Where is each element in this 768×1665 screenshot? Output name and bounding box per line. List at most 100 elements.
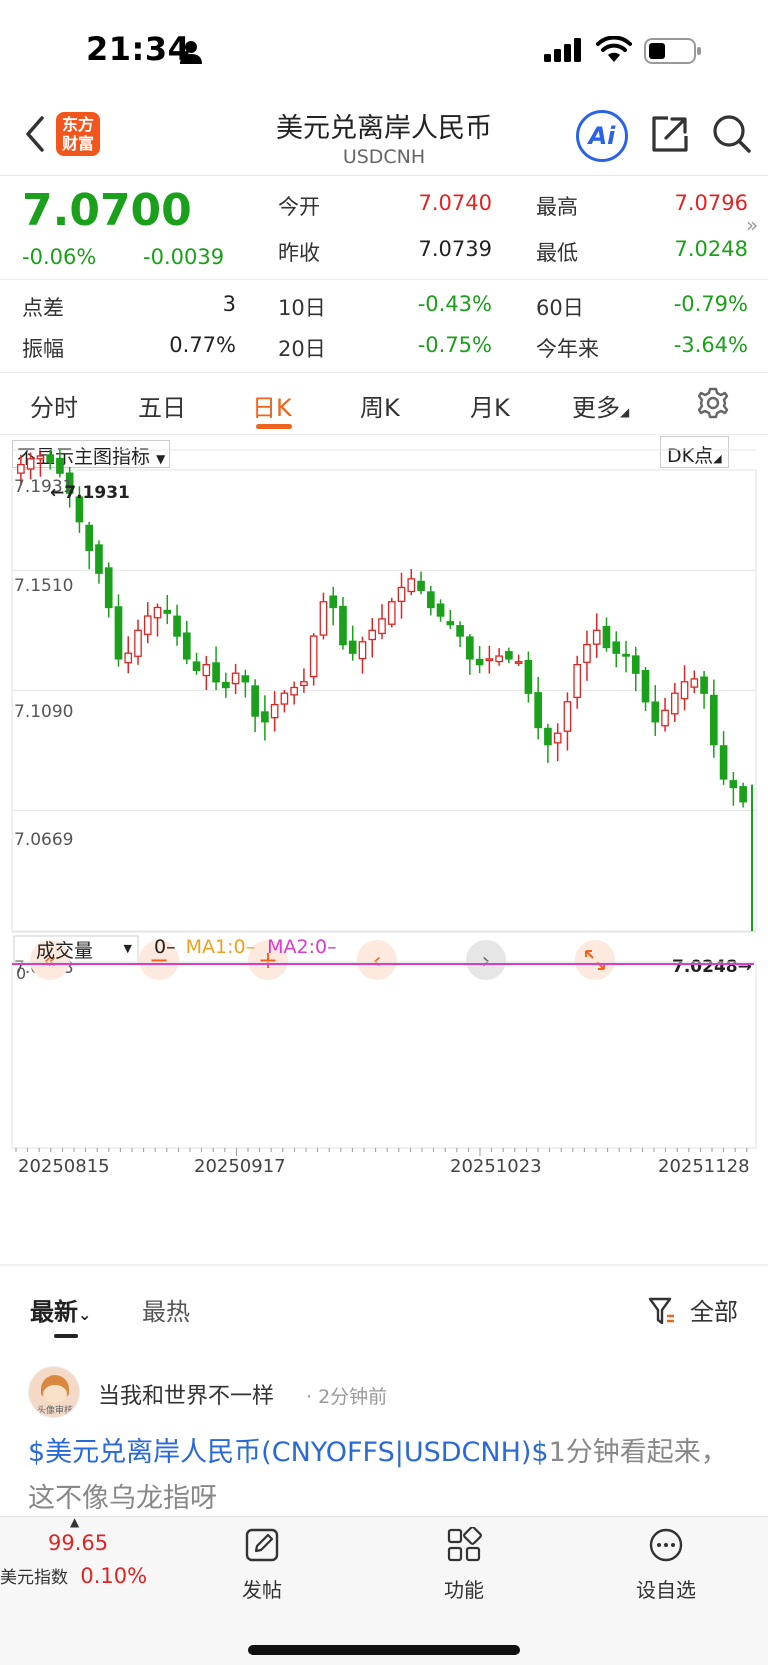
price-axis-label: 7.1090 [14, 702, 73, 722]
status-time: 21:34 [86, 30, 191, 68]
expand-right-icon[interactable]: » [746, 213, 758, 237]
volume-plot-frame [11, 961, 757, 1149]
tab-monthly-k[interactable]: 月K [470, 388, 510, 423]
candle-body [631, 655, 640, 674]
kline-chart[interactable]: 7.1931 7.1510 7.1090 7.0669 7.0248 ←7.19… [0, 434, 768, 1264]
scroll-left-button[interactable]: ‹ [357, 940, 397, 980]
candle-body [95, 544, 103, 574]
share-icon[interactable] [650, 114, 690, 154]
triangle-up-icon: ▲ [70, 1515, 80, 1529]
add-watchlist-button[interactable]: 设自选 [616, 1527, 716, 1603]
candle-body [280, 692, 289, 705]
price-axis-label: 7.0669 [14, 830, 73, 850]
date-label: 20251023 [450, 1156, 542, 1177]
candle-body [114, 606, 123, 660]
candle-body [436, 603, 445, 617]
d10-label: 10日 [278, 296, 326, 320]
chevron-down-icon: ⌄ [78, 1305, 92, 1324]
volume-indicator-select[interactable]: 成交量 ▼ [16, 934, 138, 962]
functions-label: 功能 [444, 1578, 484, 1602]
amplitude-value: 0.77% [169, 333, 236, 357]
candle-body [192, 661, 201, 672]
candle-body [661, 709, 669, 727]
open-label: 今开 [278, 195, 320, 219]
avatar-caption: 头像审核 [36, 1406, 73, 1416]
feed-tab-hot[interactable]: 最热 [142, 1292, 190, 1327]
functions-button[interactable]: 功能 [414, 1526, 514, 1603]
tab-daily-k[interactable]: 日K [252, 388, 292, 423]
max-price-value: 7.1931 [64, 483, 130, 503]
more-dots-icon [649, 1528, 683, 1562]
tab-more[interactable]: 更多◢ [572, 388, 629, 423]
candle-body [358, 641, 367, 660]
candle-body [17, 463, 25, 474]
candle-body [583, 643, 591, 663]
gear-icon[interactable] [696, 386, 730, 420]
ai-assistant-icon[interactable]: Ai [576, 110, 628, 162]
candle-body [485, 658, 494, 662]
post-author[interactable]: 当我和世界不一样 [98, 1378, 274, 1410]
candle-body [387, 601, 396, 625]
feed-tab-latest-label: 最新 [30, 1298, 78, 1326]
candle-body [524, 659, 533, 694]
candle-body [124, 652, 133, 664]
candle-body [134, 629, 142, 657]
high-value: 7.0796 [674, 191, 748, 215]
scroll-right-button[interactable]: › [466, 940, 506, 980]
d10-value: -0.43% [417, 292, 492, 316]
prev-close-label: 昨收 [278, 241, 320, 265]
quote-panel: 7.0700 -0.06% -0.0039 今开 7.0740 最高 7.079… [0, 177, 768, 277]
filter-all[interactable]: 全部 [690, 1292, 738, 1327]
filter-icon[interactable] [648, 1296, 676, 1326]
tab-intraday[interactable]: 分时 [30, 388, 78, 423]
candle-body [534, 692, 542, 729]
candle-body [222, 681, 230, 689]
candle-body [700, 676, 708, 694]
candle-body [446, 621, 455, 626]
candle-body [339, 605, 347, 646]
volume-zero-label: 0 [16, 964, 26, 983]
low-value: 7.0248 [674, 237, 748, 261]
candle-body [290, 686, 298, 696]
candle-body [85, 524, 94, 551]
avatar[interactable]: 头像审核 [28, 1366, 80, 1418]
fullscreen-button[interactable] [575, 940, 615, 980]
search-icon[interactable] [712, 114, 752, 154]
usd-index-change: 0.10% [80, 1564, 148, 1588]
person-icon [180, 41, 202, 64]
candle-body [202, 663, 211, 677]
signal-icon [544, 38, 581, 62]
post-content[interactable]: $美元兑离岸人民币(CNYOFFS|USDCNH)$1分钟看起来，这不像乌龙指呀 [28, 1430, 748, 1522]
feed-tab-latest[interactable]: 最新⌄ [30, 1292, 91, 1327]
candle-body [426, 591, 435, 609]
home-indicator [248, 1645, 520, 1655]
candle-body [182, 632, 191, 660]
candle-body [46, 454, 54, 463]
candle-body [300, 681, 308, 687]
usd-index-value: 99.65 [48, 1531, 109, 1555]
candle-body [592, 629, 601, 645]
amplitude-label: 振幅 [22, 337, 64, 361]
tab-weekly-k[interactable]: 周K [360, 388, 400, 423]
post-time: · 2分钟前 [306, 1386, 388, 1408]
ma1-legend: MA1:0– [185, 936, 256, 958]
candle-body [56, 457, 64, 474]
feed-tab-indicator [54, 1334, 78, 1338]
candle-body [641, 670, 650, 703]
post-button[interactable]: 发帖 [212, 1527, 312, 1603]
ytd-value: -3.64% [673, 333, 748, 357]
ma2-legend: MA2:0– [267, 936, 337, 958]
candle-body [719, 745, 728, 780]
date-label: 20250815 [18, 1156, 110, 1177]
candle-body [670, 692, 679, 715]
tab-five-day[interactable]: 五日 [138, 388, 186, 423]
candle-body [270, 703, 279, 719]
high-label: 最高 [536, 195, 578, 219]
usd-index-widget[interactable]: ▲ 99.65 美元指数 0.10% [0, 1515, 150, 1588]
min-price-marker: 7.0248→ [672, 957, 752, 977]
stock-link[interactable]: $美元兑离岸人民币(CNYOFFS|USDCNH)$ [28, 1437, 549, 1468]
candle-body [602, 625, 611, 649]
candle-body [378, 618, 386, 635]
d20-label: 20日 [278, 337, 326, 361]
candle-body [456, 625, 464, 637]
